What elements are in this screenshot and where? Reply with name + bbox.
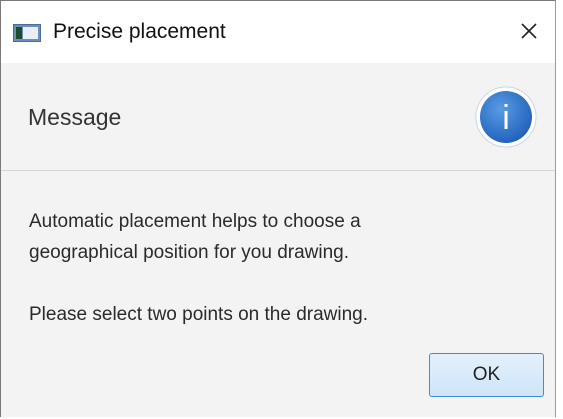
info-icon: i (475, 86, 537, 148)
app-window-icon (13, 24, 41, 42)
ok-button[interactable]: OK (429, 353, 544, 397)
header-text: Message (28, 104, 122, 130)
message-paragraph-2: Please select two points on the drawing. (29, 299, 368, 330)
window-title: Precise placement (53, 20, 226, 43)
info-icon-glyph: i (502, 99, 510, 137)
message-line-1: Automatic placement helps to choose a (29, 211, 361, 232)
message-line-2: geographical position for you drawing. (29, 242, 350, 263)
title-bar[interactable]: Precise placement (1, 1, 555, 63)
dialog-content: Automatic placement helps to choose a ge… (1, 171, 555, 417)
message-paragraph-1: Automatic placement helps to choose a ge… (29, 206, 361, 268)
close-button[interactable] (507, 11, 551, 51)
close-icon (521, 23, 537, 39)
message-line-3: Please select two points on the drawing. (29, 304, 369, 325)
dialog-header: Message i (1, 63, 555, 171)
dialog-window: Precise placement Message i Automatic pl… (0, 0, 556, 417)
